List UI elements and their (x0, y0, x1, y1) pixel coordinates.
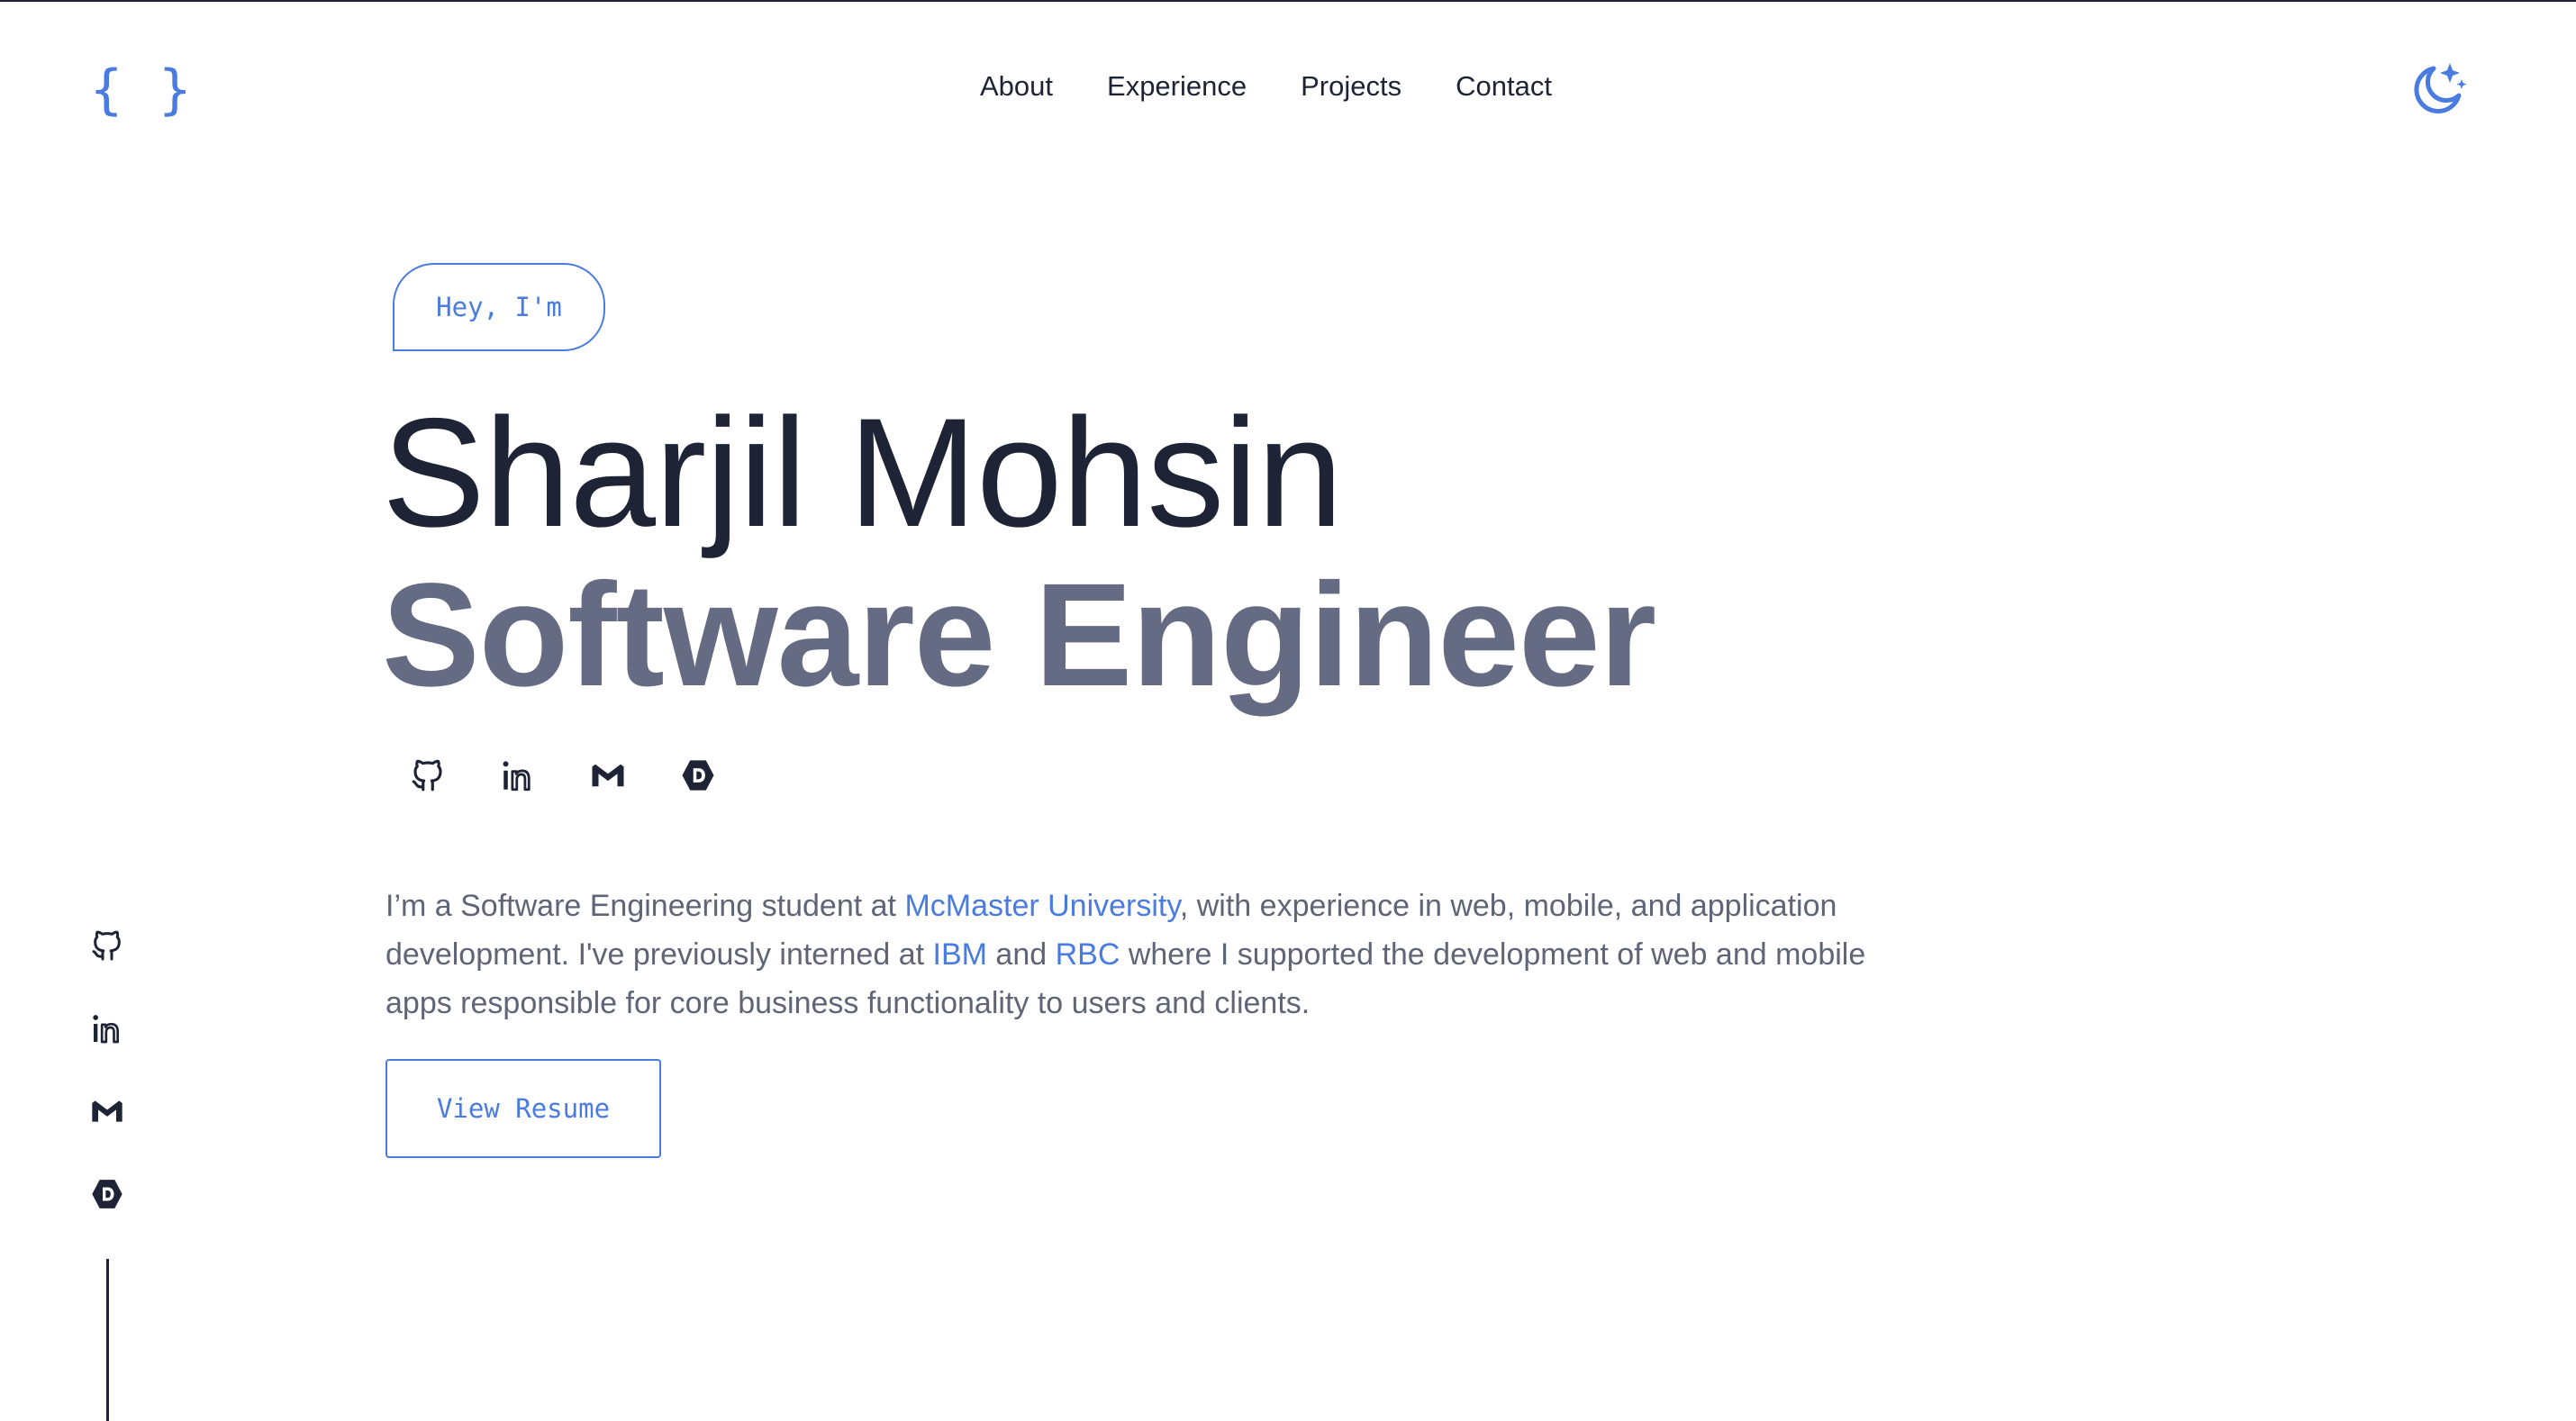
hero-gmail-link[interactable] (589, 756, 627, 794)
moon-stars-icon (2414, 63, 2467, 113)
devpost-icon (92, 1180, 122, 1208)
nav-about[interactable]: About (980, 67, 1053, 106)
logo-braces[interactable]: { } (90, 56, 193, 124)
top-border (0, 0, 2576, 2)
hero-role: Software Engineer (382, 552, 1656, 717)
portfolio-page: { } About Experience Projects Contact He… (0, 0, 2576, 1421)
rbc-link[interactable]: RBC (1056, 937, 1120, 972)
gmail-icon (92, 1100, 122, 1122)
sidebar-linkedin-link[interactable] (88, 1010, 126, 1046)
github-icon (412, 759, 442, 792)
nav-experience[interactable]: Experience (1107, 67, 1247, 106)
sidebar-vertical-line (106, 1259, 109, 1421)
sidebar-social-links (88, 928, 126, 1212)
bio-text-1: I’m a Software Engineering student at (385, 889, 905, 923)
hero-social-links (409, 756, 717, 794)
sidebar-gmail-link[interactable] (88, 1093, 126, 1129)
bio-paragraph: I’m a Software Engineering student at Mc… (385, 882, 1935, 1027)
linkedin-icon (93, 1015, 119, 1044)
github-icon (92, 930, 121, 961)
hero-linkedin-link[interactable] (499, 756, 537, 794)
nav-projects[interactable]: Projects (1301, 67, 1401, 106)
gmail-icon (592, 764, 624, 787)
nav-contact[interactable]: Contact (1456, 67, 1552, 106)
mcmaster-link[interactable]: McMaster University (904, 889, 1179, 923)
main-nav: About Experience Projects Contact (980, 67, 1552, 106)
hero-github-link[interactable] (409, 756, 447, 794)
hero-name: Sharjil Mohsin (382, 386, 1343, 559)
sidebar-devpost-link[interactable] (88, 1176, 126, 1212)
view-resume-button[interactable]: View Resume (385, 1059, 661, 1158)
ibm-link[interactable]: IBM (933, 937, 987, 972)
theme-toggle-button[interactable] (2407, 58, 2470, 121)
hero-devpost-link[interactable] (679, 756, 717, 794)
bio-text-3: and (986, 937, 1056, 972)
sidebar-github-link[interactable] (88, 928, 126, 964)
linkedin-icon (503, 761, 531, 792)
devpost-icon (682, 760, 714, 791)
greeting-bubble: Hey, I'm (393, 263, 605, 351)
